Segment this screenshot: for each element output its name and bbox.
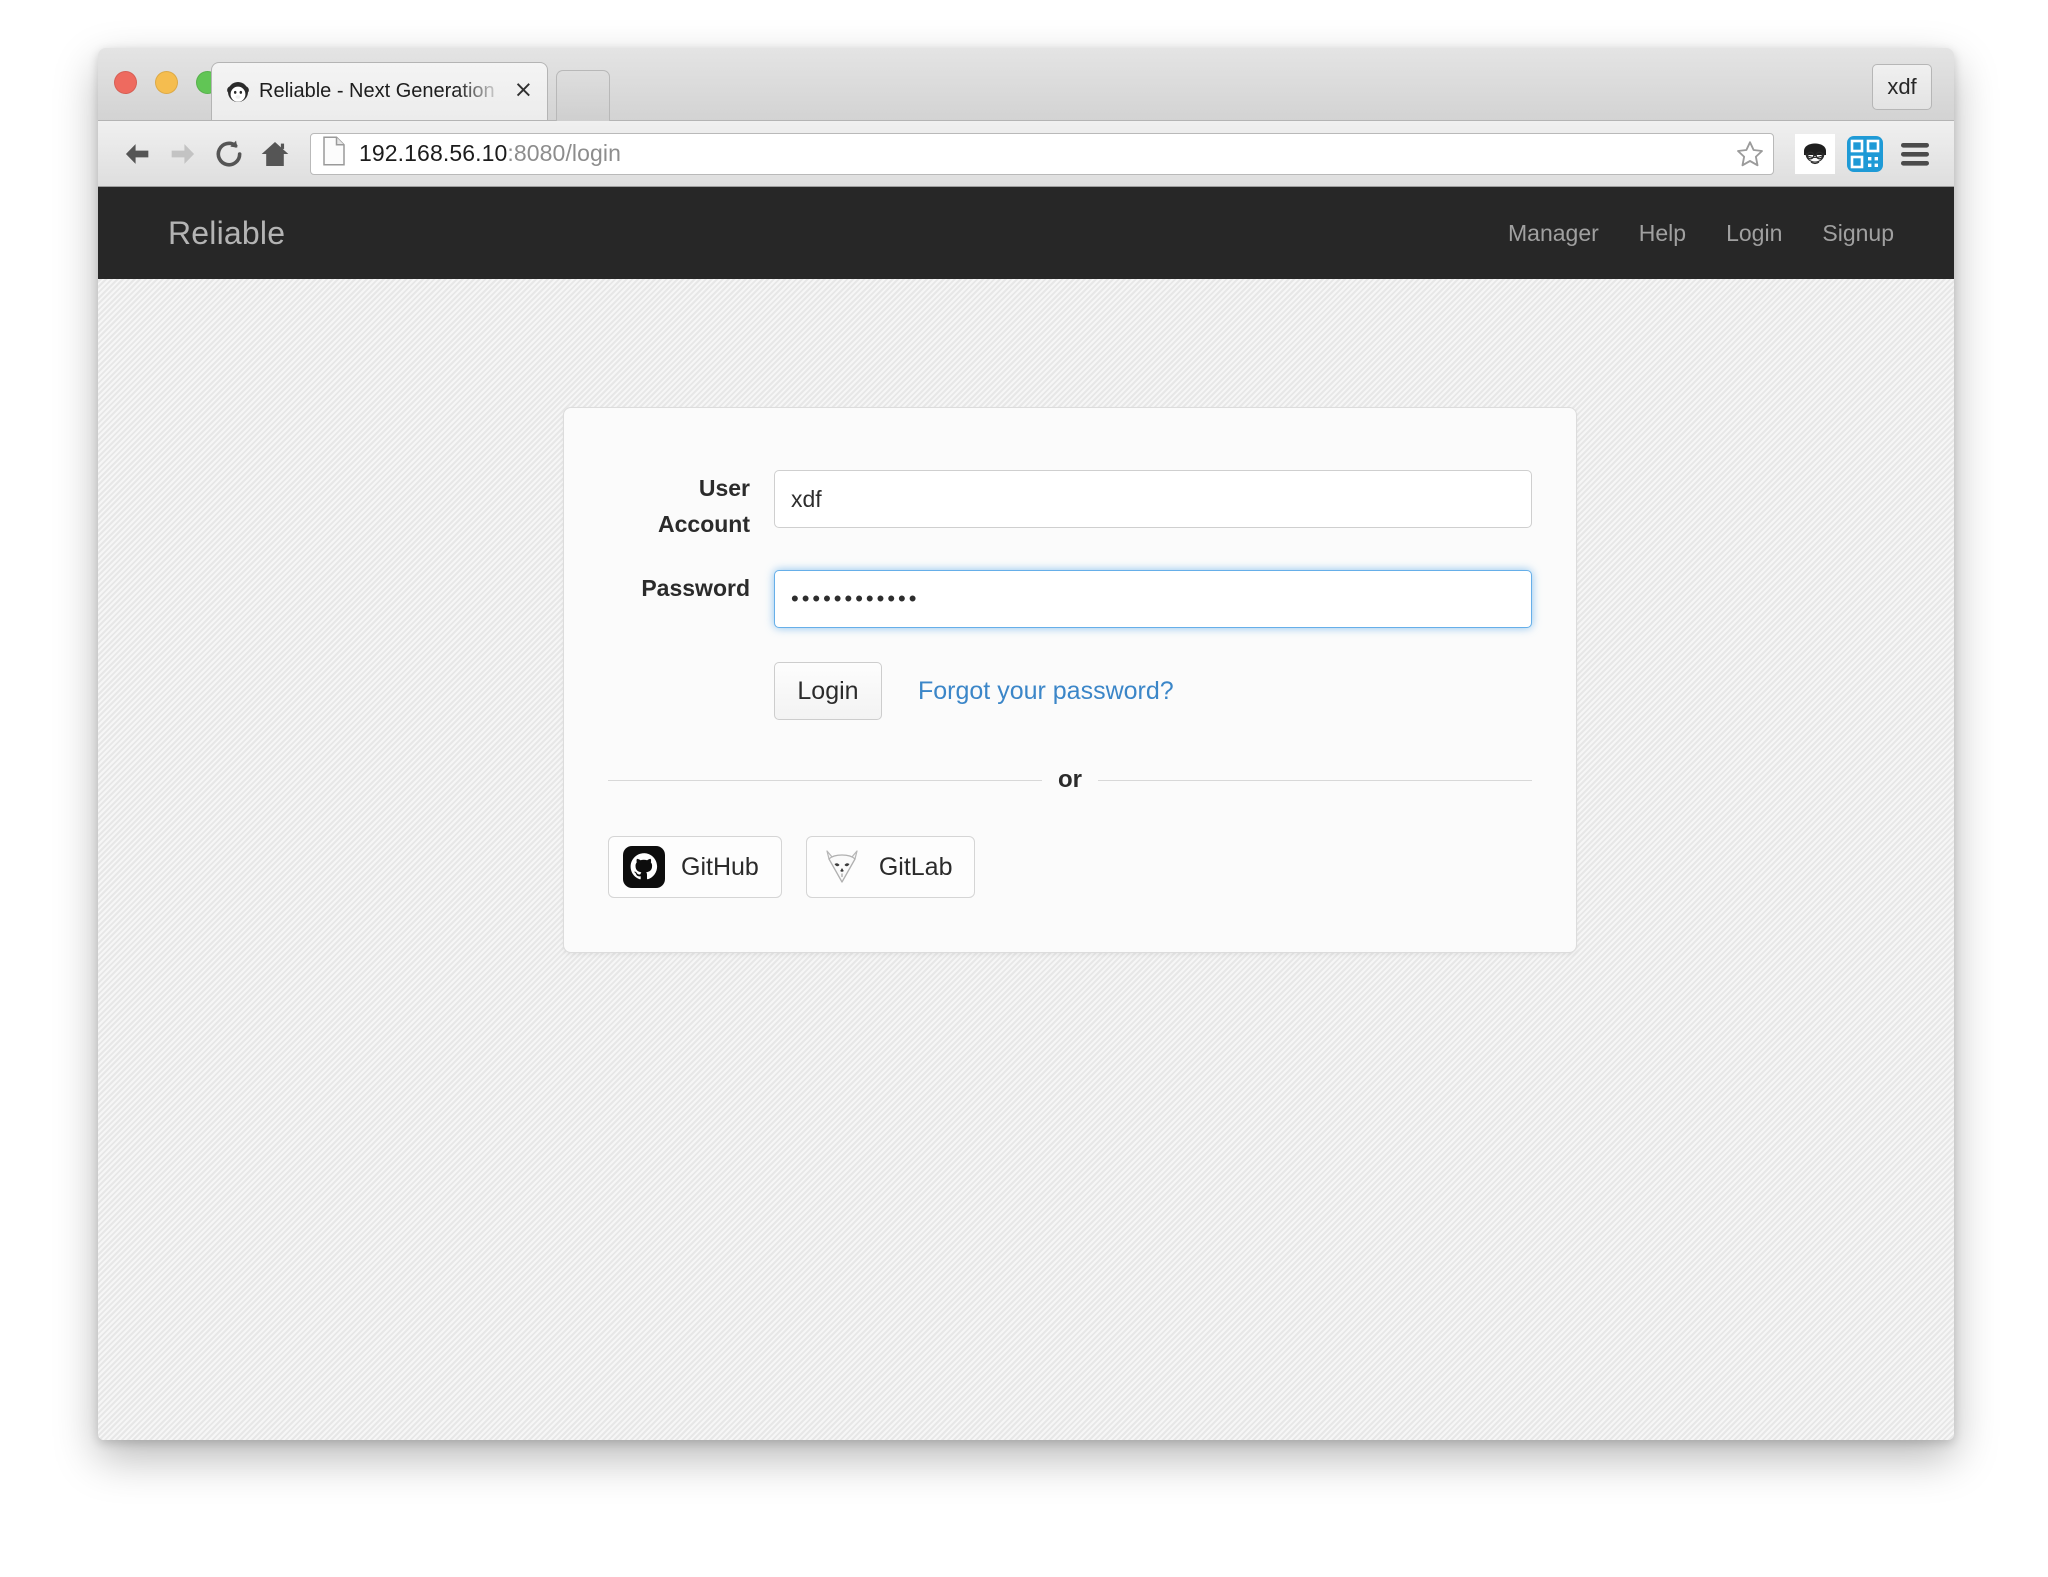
window-close-button[interactable] [114,71,137,94]
login-button[interactable]: Login [774,662,882,720]
page-document-icon [321,136,347,171]
reload-icon[interactable] [206,131,252,177]
new-tab-button[interactable] [556,70,610,121]
gitlab-tanuki-icon [821,846,863,888]
github-login-button[interactable]: GitHub [608,836,782,898]
nav-item-manager[interactable]: Manager [1488,220,1619,247]
user-account-input[interactable] [774,470,1532,528]
bookmark-star-icon[interactable] [1735,139,1765,169]
home-icon[interactable] [252,131,298,177]
url-path: :8080/login [507,140,621,166]
divider-line-right [1098,780,1532,781]
forward-arrow-icon [160,131,206,177]
browser-window: Reliable - Next Generation × xdf [98,48,1954,1440]
password-field-wrap [774,570,1532,628]
or-label: or [1042,766,1098,794]
password-row: Password [608,570,1532,628]
browser-tab-title: Reliable - Next Generation [259,80,506,103]
oauth-buttons: GitHub GitLab [608,836,1532,898]
gitlab-login-label: GitLab [879,853,953,882]
site-brand[interactable]: Reliable [168,215,285,252]
browser-tab[interactable]: Reliable - Next Generation × [211,62,548,120]
nav-item-help[interactable]: Help [1619,220,1706,247]
user-account-label: User Account [608,470,774,542]
address-bar-text: 192.168.56.10:8080/login [359,140,1735,167]
github-login-label: GitHub [681,853,759,882]
close-icon[interactable]: × [506,79,537,105]
page-viewport: Reliable Manager Help Login Signup User … [98,187,1954,1440]
window-minimize-button[interactable] [155,71,178,94]
site-nav: Manager Help Login Signup [1488,220,1914,247]
monkey-face-icon [226,80,250,104]
profile-chip-button[interactable]: xdf [1872,64,1932,110]
forgot-password-link[interactable]: Forgot your password? [918,677,1174,706]
nav-item-signup[interactable]: Signup [1802,220,1914,247]
password-input[interactable] [774,570,1532,628]
login-action-row: Login Forgot your password? [774,662,1532,720]
address-bar[interactable]: 192.168.56.10:8080/login [310,133,1774,175]
login-card: User Account Password Login Forgot your … [563,407,1577,953]
window-traffic-lights [114,71,219,94]
browser-tab-strip: Reliable - Next Generation × xdf [98,48,1954,121]
user-account-field-wrap [774,470,1532,528]
browser-toolbar: 192.168.56.10:8080/login [98,121,1954,187]
password-label: Password [608,570,774,606]
url-host: 192.168.56.10 [359,140,507,166]
divider-line-left [608,780,1042,781]
menu-hamburger-icon[interactable] [1892,131,1938,177]
nav-item-login[interactable]: Login [1706,220,1802,247]
user-account-row: User Account [608,470,1532,542]
avatar-extension-icon[interactable] [1792,131,1838,177]
qr-code-extension-icon[interactable] [1842,131,1888,177]
site-header: Reliable Manager Help Login Signup [98,187,1954,279]
back-arrow-icon[interactable] [114,131,160,177]
or-divider: or [608,766,1532,794]
github-octocat-icon [623,846,665,888]
gitlab-login-button[interactable]: GitLab [806,836,976,898]
